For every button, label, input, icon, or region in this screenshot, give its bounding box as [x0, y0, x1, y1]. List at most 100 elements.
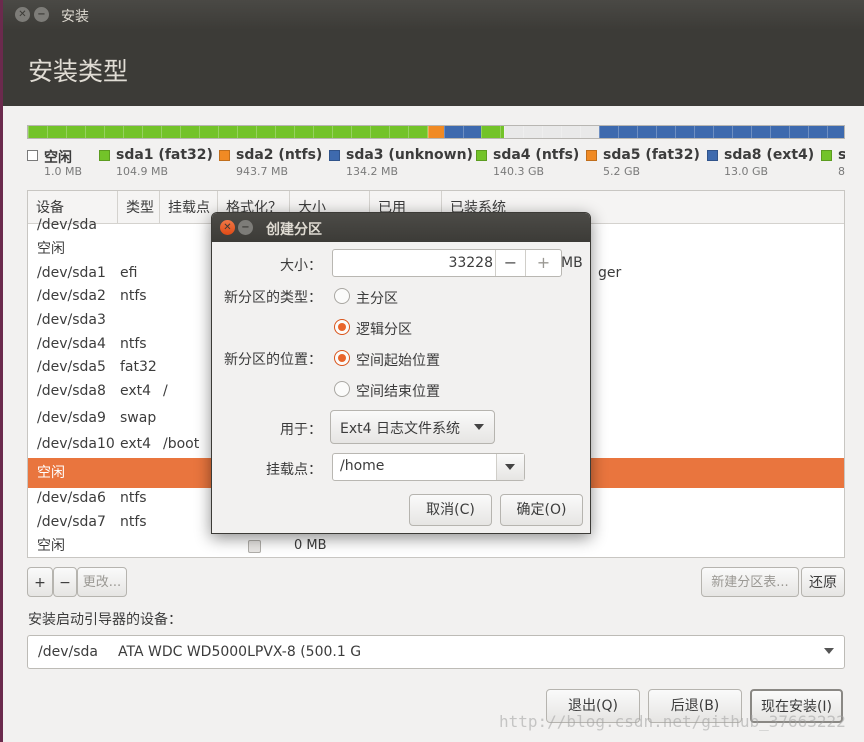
legend-swatch — [27, 150, 38, 161]
dialog-titlebar: ✕ − 创建分区 — [212, 213, 590, 242]
row-type: swap — [120, 410, 157, 426]
ok-button[interactable]: 确定(O) — [500, 494, 583, 526]
row-device: /dev/sda2 — [37, 288, 106, 304]
row-device: /dev/sda9 — [37, 410, 106, 426]
row-type: fat32 — [120, 359, 157, 375]
chevron-down-icon — [474, 424, 484, 430]
legend-swatch — [476, 150, 487, 161]
legend-size: 8 — [838, 165, 845, 178]
close-icon[interactable]: ✕ — [220, 220, 235, 235]
legend-name: sda2 (ntfs) — [236, 147, 323, 163]
minimize-window-button[interactable]: − — [34, 7, 49, 22]
mount-point-combobox[interactable]: /home — [332, 453, 525, 481]
remove-partition-button[interactable]: − — [53, 567, 77, 597]
primary-partition-label[interactable]: 主分区 — [356, 288, 398, 308]
row-type: ntfs — [120, 336, 147, 352]
boot-loader-label: 安装启动引导器的设备： — [28, 612, 182, 628]
legend-size: 1.0 MB — [44, 165, 83, 178]
legend-size: 140.3 GB — [493, 165, 545, 178]
partition-type-label: 新分区的类型： — [224, 290, 322, 306]
change-partition-button[interactable]: 更改... — [77, 567, 127, 597]
row-type: ntfs — [120, 288, 147, 304]
boot-device-model: ATA WDC WD5000LPVX-8 (500.1 G — [118, 644, 362, 660]
boot-loader-device-select[interactable]: /dev/sda ATA WDC WD5000LPVX-8 (500.1 G — [27, 635, 845, 669]
partition-location-label: 新分区的位置： — [224, 352, 322, 368]
legend-size: 104.9 MB — [116, 165, 169, 178]
mount-point-input[interactable]: /home — [340, 458, 384, 474]
mount-point-dropdown-button[interactable] — [496, 454, 524, 480]
use-as-dropdown[interactable]: Ext4 日志文件系统 — [330, 410, 495, 444]
increase-size-button[interactable]: + — [525, 250, 561, 276]
dialog-title: 创建分区 — [266, 222, 322, 238]
new-partition-table-button[interactable]: 新建分区表... — [701, 567, 799, 597]
partition-bar-segment — [428, 126, 444, 138]
row-device: 空闲 — [37, 465, 65, 481]
row-type: ntfs — [120, 514, 147, 530]
legend-swatch — [586, 150, 597, 161]
legend-name: sda3 (unknown) — [346, 147, 473, 163]
legend-size: 943.7 MB — [236, 165, 289, 178]
size-unit-label: MB — [561, 255, 583, 271]
legend-swatch — [219, 150, 230, 161]
partition-bar-segment — [28, 126, 429, 138]
row-type: ext4 — [120, 436, 152, 452]
legend-name: 空闲 — [44, 150, 72, 166]
minimize-icon[interactable]: − — [238, 220, 253, 235]
legend-name: sda4 (ntfs) — [493, 147, 580, 163]
row-device: /dev/sda10 — [37, 436, 115, 452]
page-title: 安装类型 — [28, 57, 129, 86]
window-titlebar: ✕ − 安装 — [3, 0, 864, 30]
legend-swatch — [329, 150, 340, 161]
location-end-radio[interactable] — [334, 381, 350, 397]
legend-size: 5.2 GB — [603, 165, 641, 178]
legend-size: 134.2 MB — [346, 165, 399, 178]
boot-device-value: /dev/sda — [38, 644, 98, 660]
row-device: 空闲 — [37, 241, 65, 257]
chevron-down-icon — [824, 648, 834, 654]
add-partition-button[interactable]: + — [27, 567, 53, 597]
format-checkbox[interactable] — [248, 540, 261, 553]
window-title: 安装 — [61, 9, 89, 25]
size-input[interactable]: 33228 — [448, 255, 493, 271]
cancel-button[interactable]: 取消(C) — [409, 494, 492, 526]
row-device: /dev/sda3 — [37, 312, 106, 328]
legend-name: sda1 (fat32) — [116, 147, 213, 163]
legend-swatch — [821, 150, 832, 161]
row-device: 空闲 — [37, 538, 65, 554]
size-spinbox[interactable]: 33228 − + — [332, 249, 562, 277]
partition-bar-segment — [598, 126, 844, 138]
create-partition-dialog: ✕ − 创建分区 大小： 33228 − + MB 新分区的类型： 主分区 逻辑… — [211, 212, 591, 534]
row-device: /dev/sda8 — [37, 383, 106, 399]
row-type: efi — [120, 265, 138, 281]
row-type: ext4 — [120, 383, 152, 399]
watermark: http://blog.csdn.net/github_37663222 — [499, 712, 846, 731]
row-extra: ger — [598, 265, 622, 281]
logical-partition-radio[interactable] — [334, 319, 350, 335]
partition-legend: 空闲 1.0 MB sda1 (fat32) 104.9 MB sda2 (ntfs) 9… — [27, 147, 845, 185]
location-begin-radio[interactable] — [334, 350, 350, 366]
primary-partition-radio[interactable] — [334, 288, 350, 304]
revert-button[interactable]: 还原 — [801, 567, 845, 597]
table-row[interactable]: 空闲 0 MB — [28, 534, 844, 557]
partition-bar — [27, 125, 845, 139]
legend-swatch — [707, 150, 718, 161]
decrease-size-button[interactable]: − — [495, 250, 525, 276]
size-label: 大小： — [280, 258, 322, 274]
logical-partition-label[interactable]: 逻辑分区 — [356, 319, 412, 339]
close-window-button[interactable]: ✕ — [15, 7, 30, 22]
row-size: 0 MB — [294, 538, 327, 553]
row-device: /dev/sda6 — [37, 490, 106, 506]
use-as-label: 用于： — [280, 422, 322, 438]
legend-name: sda8 (ext4) — [724, 147, 815, 163]
partition-bar-segment — [443, 126, 481, 138]
row-type: ntfs — [120, 490, 147, 506]
row-device: /dev/sda4 — [37, 336, 106, 352]
row-device: /dev/sda1 — [37, 265, 106, 281]
partition-bar-segment — [480, 126, 504, 138]
row-device: /dev/sda — [37, 217, 97, 233]
location-begin-label[interactable]: 空间起始位置 — [356, 350, 440, 370]
location-end-label[interactable]: 空间结束位置 — [356, 381, 440, 401]
partition-bar-segment — [503, 126, 599, 138]
row-mount: /boot — [163, 436, 200, 452]
row-device: /dev/sda5 — [37, 359, 106, 375]
